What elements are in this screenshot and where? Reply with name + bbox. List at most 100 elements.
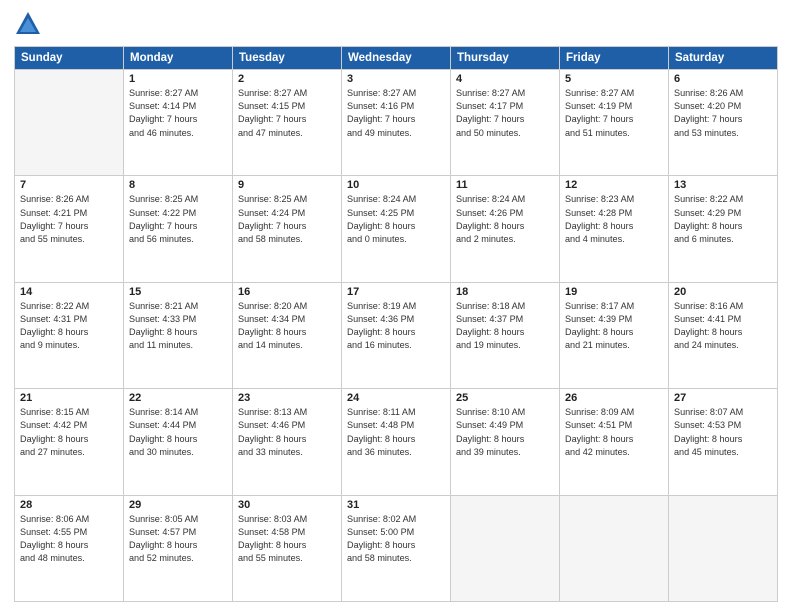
day-info: Sunrise: 8:11 AMSunset: 4:48 PMDaylight:…	[347, 406, 445, 459]
calendar-header-wednesday: Wednesday	[342, 47, 451, 70]
day-number: 31	[347, 499, 445, 511]
day-number: 4	[456, 73, 554, 85]
day-info: Sunrise: 8:09 AMSunset: 4:51 PMDaylight:…	[565, 406, 663, 459]
day-number: 3	[347, 73, 445, 85]
day-info: Sunrise: 8:15 AMSunset: 4:42 PMDaylight:…	[20, 406, 118, 459]
calendar-cell: 23 Sunrise: 8:13 AMSunset: 4:46 PMDayligh…	[233, 389, 342, 495]
day-number: 13	[674, 179, 772, 191]
day-info: Sunrise: 8:10 AMSunset: 4:49 PMDaylight:…	[456, 406, 554, 459]
day-number: 19	[565, 286, 663, 298]
calendar-header-tuesday: Tuesday	[233, 47, 342, 70]
day-info: Sunrise: 8:07 AMSunset: 4:53 PMDaylight:…	[674, 406, 772, 459]
calendar-week-4: 21 Sunrise: 8:15 AMSunset: 4:42 PMDayligh…	[15, 389, 778, 495]
day-number: 27	[674, 392, 772, 404]
calendar-cell: 8 Sunrise: 8:25 AMSunset: 4:22 PMDaylight…	[124, 176, 233, 282]
logo-icon	[14, 10, 42, 38]
day-number: 24	[347, 392, 445, 404]
calendar-week-1: 1 Sunrise: 8:27 AMSunset: 4:14 PMDaylight…	[15, 70, 778, 176]
day-number: 17	[347, 286, 445, 298]
calendar-cell: 15Sunrise: 8:21 AMSunset: 4:33 PMDayligh…	[124, 282, 233, 388]
calendar-cell: 17Sunrise: 8:19 AMSunset: 4:36 PMDayligh…	[342, 282, 451, 388]
calendar-cell	[451, 495, 560, 601]
calendar-cell: 16 Sunrise: 8:20 AMSunset: 4:34 PMDayligh…	[233, 282, 342, 388]
day-number: 8	[129, 179, 227, 191]
calendar-cell: 26Sunrise: 8:09 AMSunset: 4:51 PMDayligh…	[560, 389, 669, 495]
day-number: 12	[565, 179, 663, 191]
day-info: Sunrise: 8:13 AMSunset: 4:46 PMDaylight:…	[238, 406, 336, 459]
calendar-header-thursday: Thursday	[451, 47, 560, 70]
day-info: Sunrise: 8:27 AMSunset: 4:14 PMDaylight:…	[129, 87, 227, 140]
day-number: 16	[238, 286, 336, 298]
calendar-table: SundayMondayTuesdayWednesdayThursdayFrid…	[14, 46, 778, 602]
calendar-cell: 2Sunrise: 8:27 AMSunset: 4:15 PMDaylight…	[233, 70, 342, 176]
calendar-cell: 13 Sunrise: 8:22 AMSunset: 4:29 PMDayligh…	[669, 176, 778, 282]
day-info: Sunrise: 8:27 AMSunset: 4:16 PMDaylight:…	[347, 87, 445, 140]
calendar-cell: 4 Sunrise: 8:27 AMSunset: 4:17 PMDaylight…	[451, 70, 560, 176]
calendar-cell: 12Sunrise: 8:23 AMSunset: 4:28 PMDayligh…	[560, 176, 669, 282]
day-number: 1	[129, 73, 227, 85]
calendar-week-5: 28 Sunrise: 8:06 AMSunset: 4:55 PMDayligh…	[15, 495, 778, 601]
day-info: Sunrise: 8:25 AMSunset: 4:22 PMDaylight:…	[129, 193, 227, 246]
day-number: 20	[674, 286, 772, 298]
day-info: Sunrise: 8:02 AMSunset: 5:00 PMDaylight:…	[347, 513, 445, 566]
calendar-header-saturday: Saturday	[669, 47, 778, 70]
day-number: 21	[20, 392, 118, 404]
day-info: Sunrise: 8:27 AMSunset: 4:19 PMDaylight:…	[565, 87, 663, 140]
calendar-header-monday: Monday	[124, 47, 233, 70]
day-number: 9	[238, 179, 336, 191]
day-number: 11	[456, 179, 554, 191]
calendar-week-3: 14Sunrise: 8:22 AMSunset: 4:31 PMDayligh…	[15, 282, 778, 388]
calendar-cell: 24 Sunrise: 8:11 AMSunset: 4:48 PMDayligh…	[342, 389, 451, 495]
calendar-cell: 1 Sunrise: 8:27 AMSunset: 4:14 PMDaylight…	[124, 70, 233, 176]
day-info: Sunrise: 8:27 AMSunset: 4:15 PMDaylight:…	[238, 87, 336, 140]
day-info: Sunrise: 8:03 AMSunset: 4:58 PMDaylight:…	[238, 513, 336, 566]
calendar-week-2: 7 Sunrise: 8:26 AMSunset: 4:21 PMDaylight…	[15, 176, 778, 282]
day-info: Sunrise: 8:26 AMSunset: 4:21 PMDaylight:…	[20, 193, 118, 246]
day-info: Sunrise: 8:16 AMSunset: 4:41 PMDaylight:…	[674, 300, 772, 353]
page: SundayMondayTuesdayWednesdayThursdayFrid…	[0, 0, 792, 612]
calendar-cell: 22Sunrise: 8:14 AMSunset: 4:44 PMDayligh…	[124, 389, 233, 495]
day-number: 29	[129, 499, 227, 511]
calendar-cell	[669, 495, 778, 601]
calendar-cell	[560, 495, 669, 601]
day-info: Sunrise: 8:05 AMSunset: 4:57 PMDaylight:…	[129, 513, 227, 566]
day-number: 6	[674, 73, 772, 85]
calendar-cell: 11 Sunrise: 8:24 AMSunset: 4:26 PMDayligh…	[451, 176, 560, 282]
calendar-cell: 3 Sunrise: 8:27 AMSunset: 4:16 PMDaylight…	[342, 70, 451, 176]
day-info: Sunrise: 8:24 AMSunset: 4:26 PMDaylight:…	[456, 193, 554, 246]
day-info: Sunrise: 8:25 AMSunset: 4:24 PMDaylight:…	[238, 193, 336, 246]
calendar-cell: 31 Sunrise: 8:02 AMSunset: 5:00 PMDayligh…	[342, 495, 451, 601]
day-number: 23	[238, 392, 336, 404]
day-info: Sunrise: 8:06 AMSunset: 4:55 PMDaylight:…	[20, 513, 118, 566]
day-info: Sunrise: 8:20 AMSunset: 4:34 PMDaylight:…	[238, 300, 336, 353]
calendar-cell: 30 Sunrise: 8:03 AMSunset: 4:58 PMDayligh…	[233, 495, 342, 601]
day-number: 5	[565, 73, 663, 85]
calendar-header-sunday: Sunday	[15, 47, 124, 70]
calendar-cell	[15, 70, 124, 176]
logo	[14, 10, 46, 38]
calendar-header-friday: Friday	[560, 47, 669, 70]
day-number: 15	[129, 286, 227, 298]
calendar-cell: 6Sunrise: 8:26 AMSunset: 4:20 PMDaylight…	[669, 70, 778, 176]
calendar-cell: 7 Sunrise: 8:26 AMSunset: 4:21 PMDaylight…	[15, 176, 124, 282]
day-info: Sunrise: 8:18 AMSunset: 4:37 PMDaylight:…	[456, 300, 554, 353]
day-info: Sunrise: 8:22 AMSunset: 4:29 PMDaylight:…	[674, 193, 772, 246]
calendar-header-row: SundayMondayTuesdayWednesdayThursdayFrid…	[15, 47, 778, 70]
calendar-cell: 18 Sunrise: 8:18 AMSunset: 4:37 PMDayligh…	[451, 282, 560, 388]
calendar-cell: 19Sunrise: 8:17 AMSunset: 4:39 PMDayligh…	[560, 282, 669, 388]
day-number: 7	[20, 179, 118, 191]
day-number: 22	[129, 392, 227, 404]
header	[14, 10, 778, 38]
calendar-cell: 9 Sunrise: 8:25 AMSunset: 4:24 PMDaylight…	[233, 176, 342, 282]
day-info: Sunrise: 8:27 AMSunset: 4:17 PMDaylight:…	[456, 87, 554, 140]
day-number: 14	[20, 286, 118, 298]
day-number: 10	[347, 179, 445, 191]
calendar-cell: 20 Sunrise: 8:16 AMSunset: 4:41 PMDayligh…	[669, 282, 778, 388]
calendar-cell: 10Sunrise: 8:24 AMSunset: 4:25 PMDayligh…	[342, 176, 451, 282]
day-number: 28	[20, 499, 118, 511]
calendar-cell: 28 Sunrise: 8:06 AMSunset: 4:55 PMDayligh…	[15, 495, 124, 601]
day-number: 30	[238, 499, 336, 511]
day-number: 18	[456, 286, 554, 298]
calendar-cell: 5 Sunrise: 8:27 AMSunset: 4:19 PMDaylight…	[560, 70, 669, 176]
day-number: 25	[456, 392, 554, 404]
